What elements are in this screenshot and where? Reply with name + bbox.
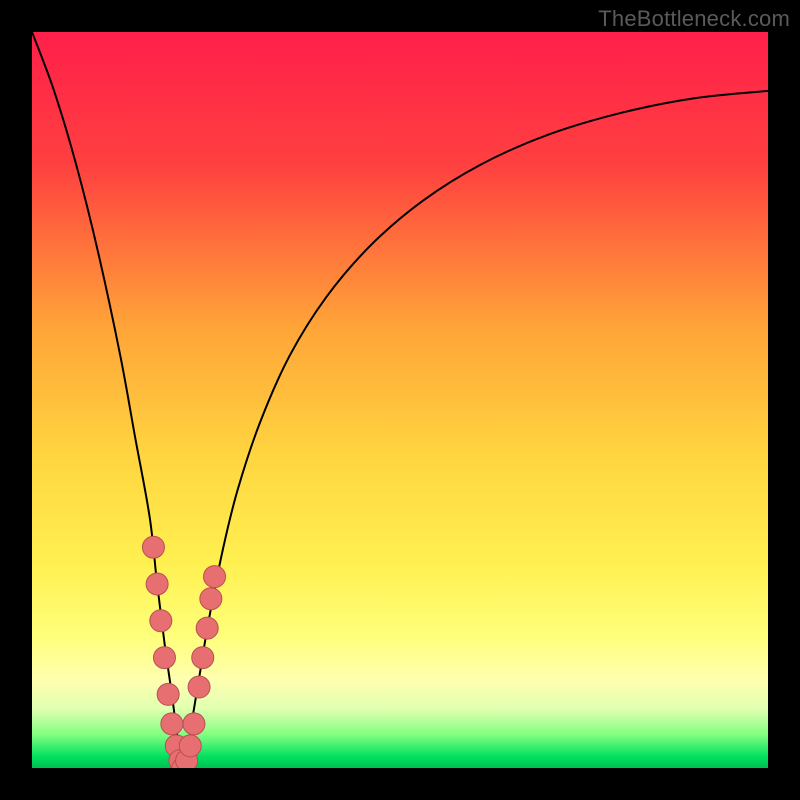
curve-marker (179, 735, 201, 757)
curve-marker (183, 713, 205, 735)
chart-frame: TheBottleneck.com (0, 0, 800, 800)
curve-marker (142, 536, 164, 558)
bottleneck-chart-svg (32, 32, 768, 768)
curve-marker (196, 617, 218, 639)
watermark-text: TheBottleneck.com (598, 6, 790, 32)
curve-marker (157, 683, 179, 705)
curve-marker (150, 610, 172, 632)
curve-marker (192, 647, 214, 669)
plot-area (32, 32, 768, 768)
curve-marker (204, 566, 226, 588)
curve-marker (200, 588, 222, 610)
gradient-background (32, 32, 768, 768)
curve-marker (188, 676, 210, 698)
curve-marker (146, 573, 168, 595)
curve-marker (153, 647, 175, 669)
curve-marker (161, 713, 183, 735)
